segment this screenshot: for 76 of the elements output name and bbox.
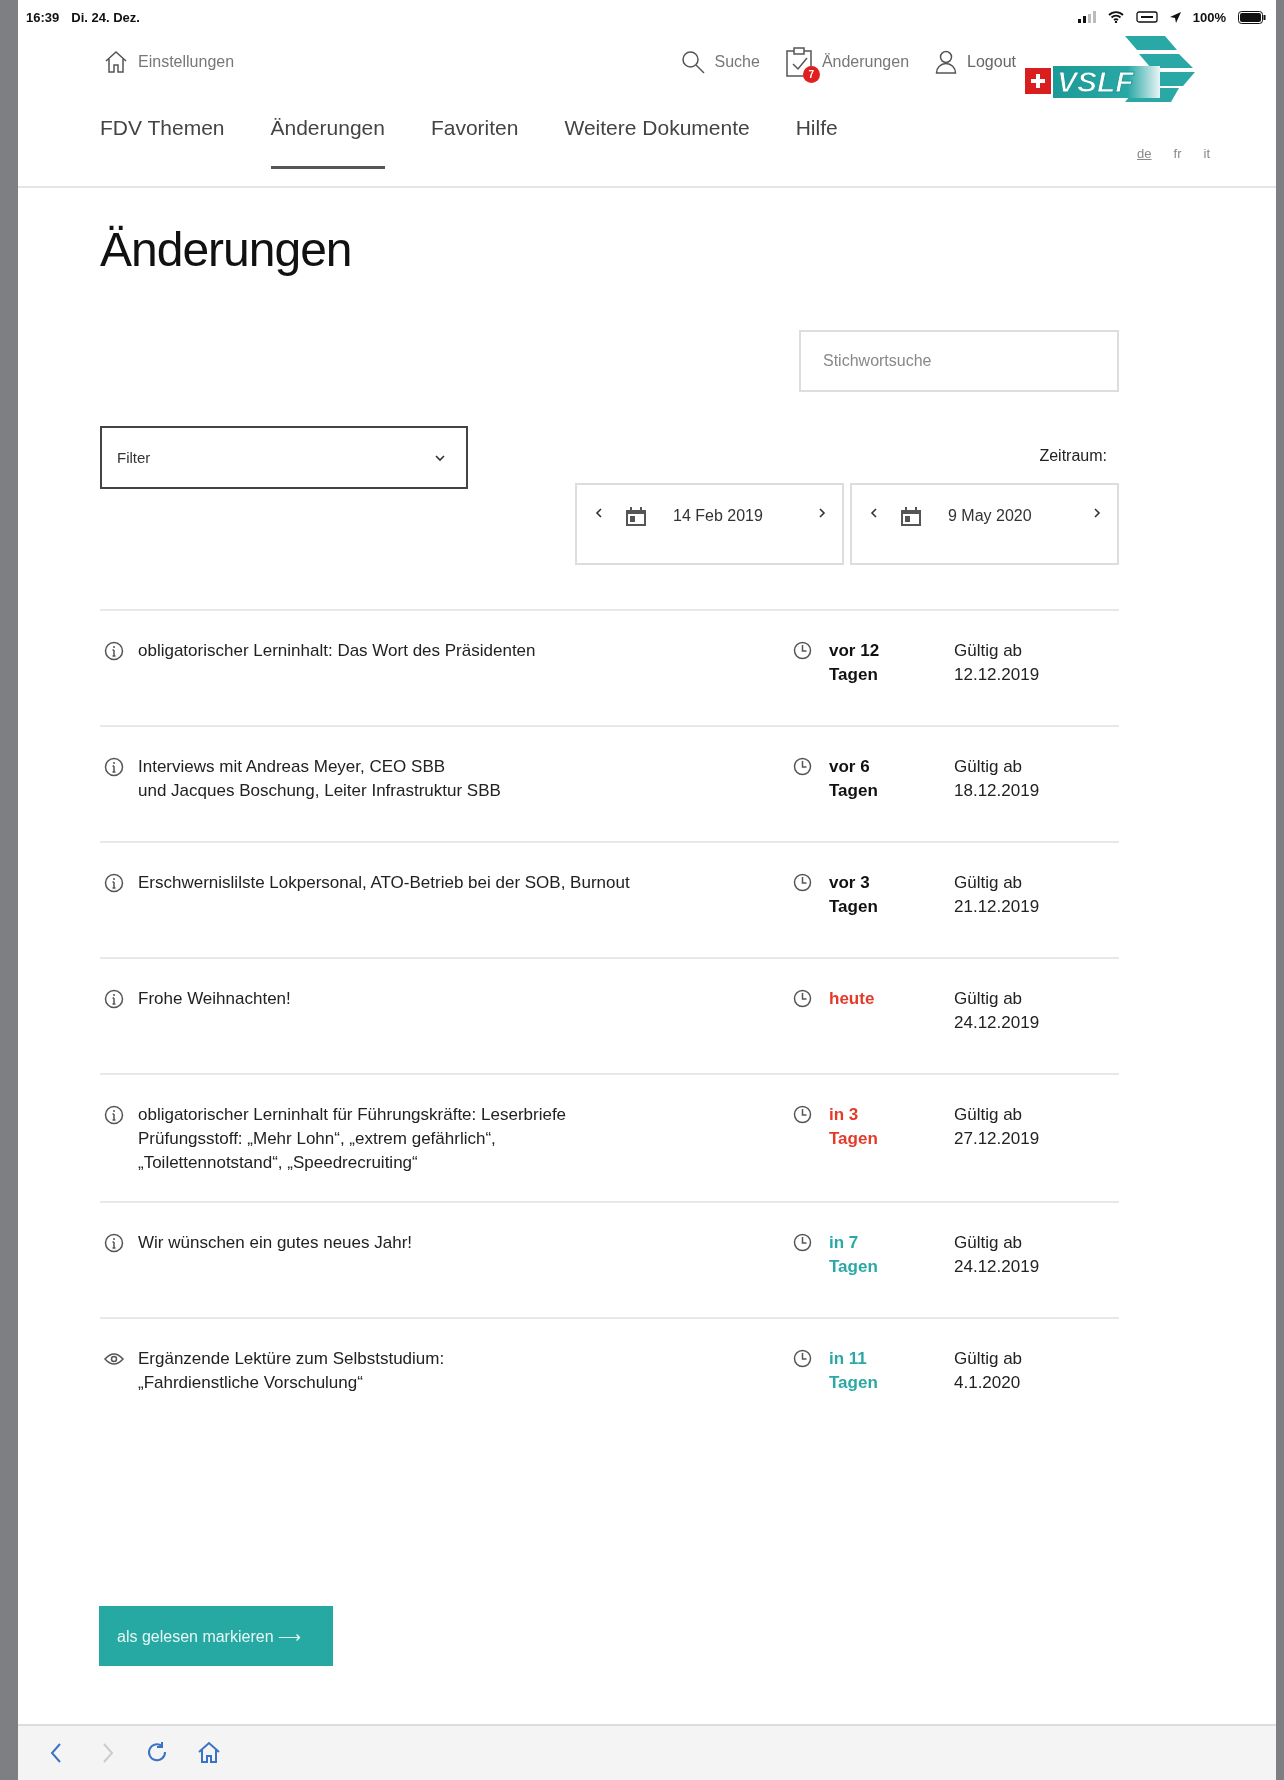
changes-link[interactable]: 7 Änderungen — [785, 39, 910, 85]
chevron-left-icon[interactable] — [595, 507, 603, 519]
valid-from-text: Gültig ab 12.12.2019 — [954, 641, 1040, 684]
relative-time: vor 3 Tagen — [829, 872, 879, 918]
relative-time: in 7 Tagen — [829, 1232, 879, 1278]
valid-from-text: Gültig ab 21.12.2019 — [954, 873, 1040, 916]
info-icon — [104, 757, 124, 777]
signal-icon — [1077, 11, 1096, 23]
clock-icon — [793, 1349, 812, 1368]
language-link[interactable]: de — [1137, 146, 1152, 161]
relative-time: in 3 Tagen — [829, 1104, 879, 1150]
info-icon — [104, 989, 124, 1009]
battery-percent: 100% — [1192, 9, 1226, 25]
user-icon — [935, 50, 958, 74]
clock-icon — [793, 757, 812, 776]
clock-icon — [793, 641, 812, 660]
home-icon[interactable] — [196, 1740, 222, 1766]
language-link[interactable]: it — [1203, 146, 1210, 161]
swiss-flag-icon — [1025, 68, 1051, 94]
nav-tab[interactable]: Hilfe — [795, 116, 838, 169]
notification-badge: 7 — [802, 66, 820, 83]
valid-from-text: Gültig ab 24.12.2019 — [954, 989, 1040, 1032]
relative-time: vor 6 Tagen — [829, 756, 879, 802]
valid-from-text: Gültig ab 18.12.2019 — [954, 757, 1040, 800]
filter-dropdown[interactable]: Filter — [100, 426, 468, 489]
info-icon — [104, 1105, 124, 1125]
battery-icon — [1238, 10, 1266, 24]
eye-icon — [104, 1352, 124, 1366]
language-link[interactable]: fr — [1173, 146, 1182, 161]
location-icon — [1169, 11, 1181, 23]
settings-link[interactable]: Einstellungen — [104, 50, 235, 74]
info-icon — [104, 641, 124, 661]
chevron-right-icon[interactable] — [818, 507, 826, 519]
keyword-search-field[interactable]: Stichwortsuche — [799, 330, 1119, 392]
clock-icon — [793, 989, 812, 1008]
nav-tab[interactable]: FDV Themen — [100, 116, 225, 169]
date-picker[interactable]: 14 Feb 2019 — [575, 483, 844, 565]
wifi-icon — [1107, 11, 1124, 23]
chevron-down-icon — [434, 453, 446, 462]
clock-icon — [793, 1233, 812, 1252]
clock-time: 16:39 — [26, 9, 60, 25]
clipboard-check-icon — [785, 47, 812, 77]
valid-from-text: Gültig ab 27.12.2019 — [954, 1105, 1040, 1148]
change-title[interactable]: Wir wünschen ein gutes neues Jahr! — [138, 1231, 758, 1317]
info-icon — [104, 1233, 124, 1253]
page-title: Änderungen — [99, 222, 352, 278]
calendar-icon — [625, 507, 647, 527]
clock-icon — [793, 1105, 812, 1124]
status-date: Di. 24. Dez. — [71, 9, 140, 25]
calendar-icon — [900, 507, 922, 527]
nav-tab[interactable]: Favoriten — [430, 116, 519, 169]
chevron-right-icon[interactable] — [1093, 507, 1101, 519]
valid-from-text: Gültig ab 4.1.2020 — [954, 1349, 1023, 1392]
vpn-icon — [1135, 11, 1158, 23]
logout-link[interactable]: Logout — [935, 39, 1016, 85]
search-icon — [680, 50, 705, 74]
search-link[interactable]: Suche — [680, 39, 760, 85]
info-icon — [104, 873, 124, 893]
chevron-left-icon[interactable] — [870, 507, 878, 519]
period-label: Zeitraum: — [1039, 447, 1107, 465]
change-title[interactable]: Interviews mit Andreas Meyer, CEO SBB und Jacques Boschung, Leiter Infrastruktur SBB — [138, 755, 758, 841]
change-title[interactable]: Ergänzende Lektüre zum Selbststudium: „Fahrdienstliche Vorschulung“ — [138, 1347, 758, 1433]
change-title[interactable]: Erschwernislilste Lokpersonal, ATO-Betrieb bei der SOB, Burnout — [138, 871, 758, 957]
valid-from-text: Gültig ab 24.12.2019 — [954, 1233, 1040, 1276]
change-title[interactable]: Frohe Weihnachten! — [138, 987, 758, 1073]
change-title[interactable]: obligatorischer Lerninhalt: Das Wort des Präsidenten — [138, 639, 758, 725]
home-icon — [104, 50, 128, 74]
logo-text: VSLF — [1053, 66, 1160, 98]
clock-icon — [793, 873, 812, 892]
nav-tab[interactable]: Änderungen — [270, 116, 385, 169]
relative-time: heute — [829, 988, 876, 1010]
date-picker[interactable]: 9 May 2020 — [850, 483, 1119, 565]
nav-tab[interactable]: Weitere Dokumente — [564, 116, 750, 169]
relative-time: in 11 Tagen — [829, 1348, 879, 1394]
change-title[interactable]: obligatorischer Lerninhalt für Führungskräfte: Leserbriefe Prüfungsstoff: „Mehr Lohn“, „extrem gefährlich“, „Toilettennotstand“, „Speedrecruiting“ — [138, 1103, 758, 1201]
relative-time: vor 12 Tagen — [829, 640, 881, 686]
